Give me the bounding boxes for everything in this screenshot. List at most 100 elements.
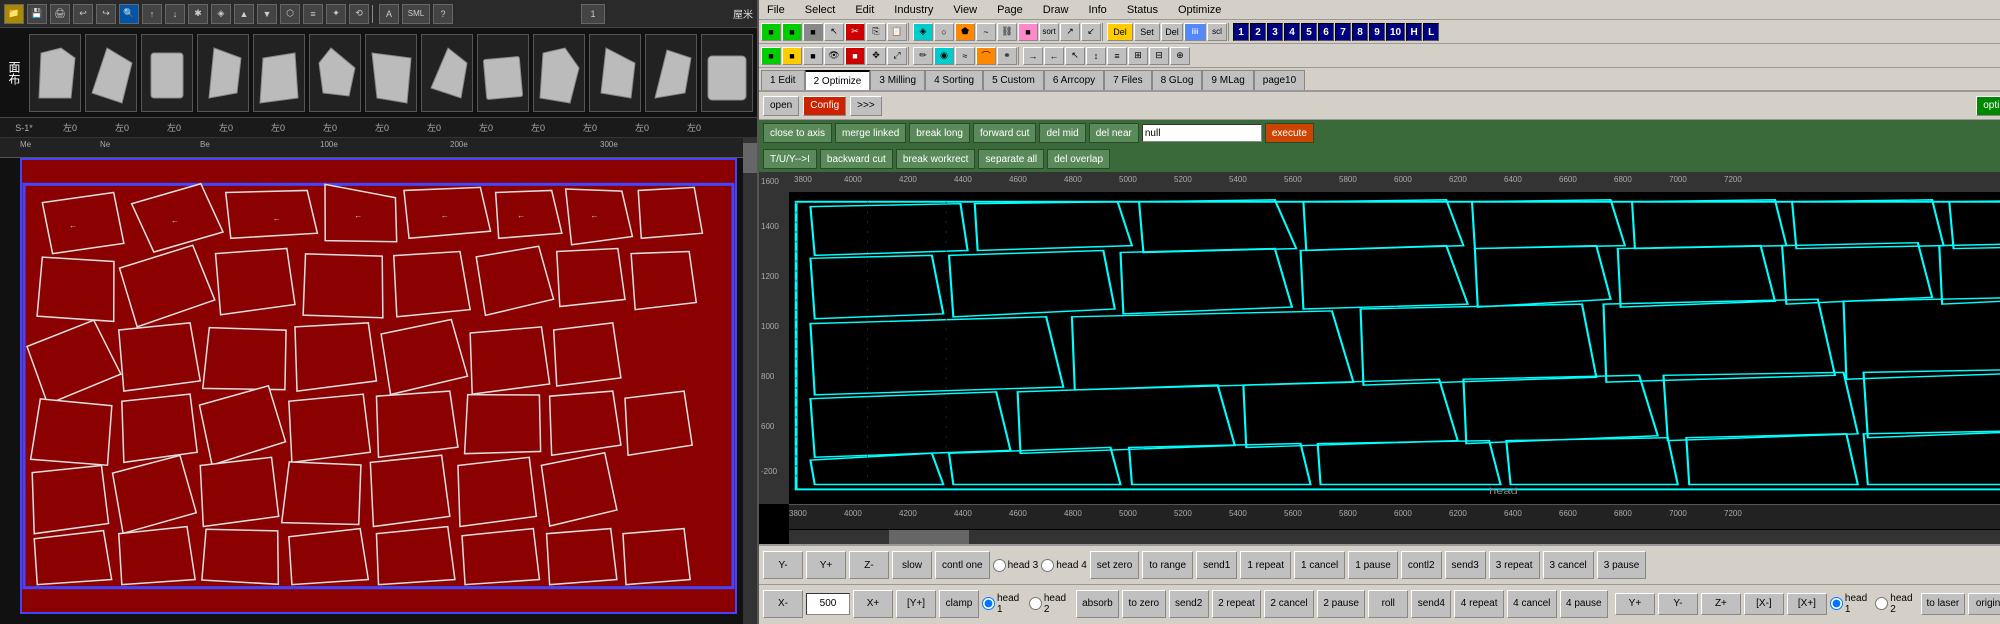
tb2-chain[interactable]: ⚭ <box>997 47 1017 65</box>
thumb-3[interactable] <box>141 34 193 112</box>
tb2-arrow-l[interactable]: ← <box>1044 47 1064 65</box>
tb1-del1[interactable]: Del <box>1107 23 1133 41</box>
btn-send2[interactable]: send2 <box>1169 590 1209 618</box>
tb2-move[interactable]: ✥ <box>866 47 886 65</box>
nesting-canvas[interactable]: ← ← ← ← ← ← ← <box>20 158 737 614</box>
btn-config[interactable]: Config <box>803 96 846 116</box>
scroll-thumb-h[interactable] <box>889 530 969 544</box>
thumb-13[interactable] <box>701 34 753 112</box>
btn-repeat4[interactable]: 4 repeat <box>1454 590 1503 618</box>
cad-canvas[interactable]: 1600 1400 1200 1000 800 600 -200 3800 40… <box>759 172 2000 544</box>
tb1-cut[interactable]: ✂ <box>845 23 865 41</box>
tb-icon-down[interactable]: ↓ <box>165 4 185 24</box>
scroll-thumb[interactable] <box>743 143 757 173</box>
radio-head2[interactable]: head 2 <box>1029 593 1073 615</box>
tb1-copy[interactable]: ⎘ <box>866 23 886 41</box>
btn-y-plus[interactable]: Y+ <box>806 551 846 579</box>
tb-icon-redo[interactable]: ↪ <box>96 4 116 24</box>
btn-z-minus[interactable]: Z- <box>849 551 889 579</box>
cad-scrollbar-h[interactable] <box>789 530 2000 544</box>
tb-icon-tri-down[interactable]: ▼ <box>257 4 277 24</box>
act-tuyi[interactable]: T/U/Y-->I <box>763 149 817 169</box>
thumb-7[interactable] <box>365 34 417 112</box>
tab-4-sorting[interactable]: 4 Sorting <box>925 70 983 90</box>
menu-industry[interactable]: Industry <box>890 4 937 16</box>
btn-x-bracket-minus[interactable]: [X-] <box>1744 593 1784 615</box>
tb1-green1[interactable]: ■ <box>761 23 781 41</box>
btn-y-plus-bracket[interactable]: [Y+] <box>896 590 936 618</box>
tb-icon-text[interactable]: A <box>379 4 399 24</box>
tab-5-custom[interactable]: 5 Custom <box>983 70 1044 90</box>
btn-send1[interactable]: send1 <box>1196 551 1237 579</box>
radio-head1-r3[interactable]: head 1 <box>1830 593 1872 615</box>
thumb-1[interactable] <box>29 34 81 112</box>
thumb-6[interactable] <box>309 34 361 112</box>
tb-icon-save[interactable]: 💾 <box>27 4 47 24</box>
thumb-10[interactable] <box>533 34 585 112</box>
tab-7-files[interactable]: 7 Files <box>1104 70 1151 90</box>
tb2-arrow-e[interactable]: ↕ <box>1086 47 1106 65</box>
tb2-e3[interactable]: ⊞ <box>1128 47 1148 65</box>
tab-9-mlag[interactable]: 9 MLag <box>1202 70 1253 90</box>
tb-icon-rotate[interactable]: ⟲ <box>349 4 369 24</box>
tb2-cyan[interactable]: ◉ <box>934 47 954 65</box>
btn-y-minus[interactable]: Y- <box>763 551 803 579</box>
tb-icon-select[interactable]: ✦ <box>326 4 346 24</box>
tb1-del2[interactable]: Del <box>1161 23 1183 41</box>
tb2-yellow[interactable]: ■ <box>782 47 802 65</box>
tab-3-milling[interactable]: 3 Milling <box>870 70 925 90</box>
input-500[interactable] <box>806 593 850 615</box>
menu-optimize[interactable]: Optimize <box>1174 4 1225 16</box>
tb1-pink[interactable]: ■ <box>1018 23 1038 41</box>
tb-icon-tri-up[interactable]: ▲ <box>234 4 254 24</box>
tb-icon-undo[interactable]: ↩ <box>73 4 93 24</box>
radio-head2-input[interactable] <box>1029 597 1042 610</box>
tb-icon-help[interactable]: ? <box>433 4 453 24</box>
tb2-red[interactable]: ■ <box>845 47 865 65</box>
btn-roll[interactable]: roll <box>1368 590 1408 618</box>
act-input-null[interactable] <box>1142 124 1262 142</box>
radio-head3[interactable]: head 3 <box>993 559 1039 572</box>
btn-contl2[interactable]: contl2 <box>1401 551 1442 579</box>
thumb-11[interactable] <box>589 34 641 112</box>
tab-2-optimize[interactable]: 2 Optimize <box>805 70 871 90</box>
btn-cancel4[interactable]: 4 cancel <box>1507 590 1557 618</box>
btn-send4[interactable]: send4 <box>1411 590 1451 618</box>
tb1-sort[interactable]: sort <box>1039 23 1059 41</box>
act-forward-cut[interactable]: forward cut <box>973 123 1036 143</box>
tb-icon-sml[interactable]: SML <box>402 4 430 24</box>
btn-repeat1[interactable]: 1 repeat <box>1240 551 1291 579</box>
tb2-arrow-ul[interactable]: ↖ <box>1065 47 1085 65</box>
btn-x-minus[interactable]: X- <box>763 590 803 618</box>
act-close-axis[interactable]: close to axis <box>763 123 832 143</box>
act-del-mid[interactable]: del mid <box>1039 123 1085 143</box>
btn-optimize[interactable]: optimize <box>1976 96 2000 116</box>
tb1-green2[interactable]: ■ <box>782 23 802 41</box>
tb2-eye[interactable]: 👁 <box>824 47 844 65</box>
thumb-2[interactable] <box>85 34 137 112</box>
tb2-wave2[interactable]: ≈ <box>955 47 975 65</box>
radio-head1-r3-input[interactable] <box>1830 597 1843 610</box>
btn-open[interactable]: open <box>763 96 799 116</box>
tb2-arrow-r[interactable]: → <box>1023 47 1043 65</box>
tb1-circle[interactable]: ○ <box>934 23 954 41</box>
btn-origin[interactable]: origin <box>1968 593 2000 615</box>
cad-view[interactable]: head <box>789 192 2000 504</box>
thumb-8[interactable] <box>421 34 473 112</box>
tb-icon-zoom[interactable]: 🔍 <box>119 4 139 24</box>
act-break-long[interactable]: break long <box>909 123 970 143</box>
btn-repeat3[interactable]: 3 repeat <box>1489 551 1540 579</box>
btn-to-zero[interactable]: to zero <box>1122 590 1165 618</box>
act-execute[interactable]: execute <box>1265 123 1314 143</box>
btn-repeat2[interactable]: 2 repeat <box>1212 590 1261 618</box>
thumb-4[interactable] <box>197 34 249 112</box>
tb1-cursor[interactable]: ↖ <box>824 23 844 41</box>
tb2-e2[interactable]: ≡ <box>1107 47 1127 65</box>
btn-x-bracket-plus[interactable]: [X+] <box>1787 593 1827 615</box>
thumb-5[interactable] <box>253 34 305 112</box>
tb1-sel[interactable]: scl <box>1207 23 1227 41</box>
tb1-arrow2[interactable]: ↙ <box>1081 23 1101 41</box>
btn-send3[interactable]: send3 <box>1445 551 1486 579</box>
tab-6-arrcopy[interactable]: 6 Arrcopy <box>1044 70 1104 90</box>
btn-slow[interactable]: slow <box>892 551 932 579</box>
